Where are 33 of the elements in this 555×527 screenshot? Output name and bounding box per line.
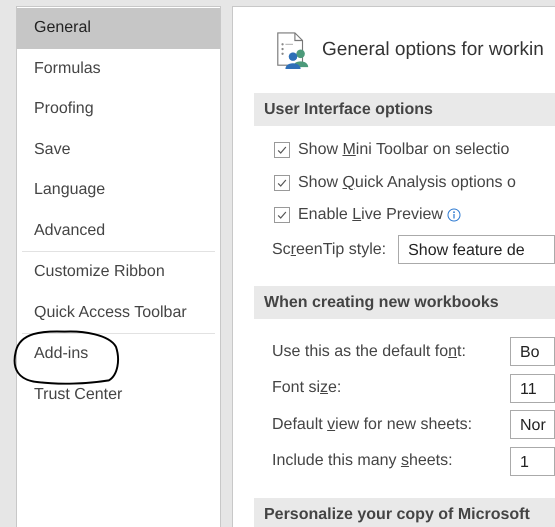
sidebar-item[interactable]: General	[17, 8, 220, 48]
section-header: Personalize your copy of Microsoft	[254, 498, 555, 527]
dropdown[interactable]: Show feature de	[398, 235, 555, 264]
sidebar-item[interactable]: Save	[17, 130, 220, 170]
input-field[interactable]: 11	[510, 374, 555, 403]
sidebar-item[interactable]: Proofing	[17, 89, 220, 130]
sidebar-item[interactable]: Add-ins	[17, 334, 220, 374]
checkbox[interactable]	[274, 174, 290, 191]
input-field[interactable]: Bo	[510, 337, 555, 366]
info-icon[interactable]	[446, 208, 461, 222]
field-label: Default view for new sheets:	[272, 416, 474, 434]
sidebar-item[interactable]: Formulas	[17, 48, 220, 89]
field-label: ScreenTip style:	[272, 240, 386, 258]
sidebar-item[interactable]: Advanced	[17, 210, 220, 251]
sidebar-item[interactable]: Customize Ribbon	[17, 252, 220, 292]
section-header: User Interface options	[254, 93, 555, 126]
input-field[interactable]: Nor	[510, 410, 555, 440]
field-label: Use this as the default font:	[272, 342, 467, 361]
sidebar-item[interactable]: Trust Center	[17, 374, 220, 415]
sidebar-item[interactable]: Language	[17, 170, 220, 210]
field-label: Font size:	[272, 379, 342, 398]
checkbox[interactable]	[274, 142, 290, 158]
section-header: When creating new workbooks	[254, 286, 555, 318]
checkbox[interactable]	[274, 207, 290, 224]
page-title: General options for workin	[322, 39, 544, 61]
check-icon	[276, 209, 288, 222]
field-label: Include this many sheets:	[272, 452, 454, 470]
sidebar-item[interactable]: Quick Access Toolbar	[17, 292, 220, 333]
checkbox-label: Enable Live Preview	[298, 206, 443, 224]
checkbox-label: Show Mini Toolbar on selectio	[298, 141, 510, 160]
checkbox-label: Show Quick Analysis options o	[298, 174, 516, 192]
check-icon	[276, 144, 288, 156]
input-field[interactable]: 1	[510, 446, 555, 476]
